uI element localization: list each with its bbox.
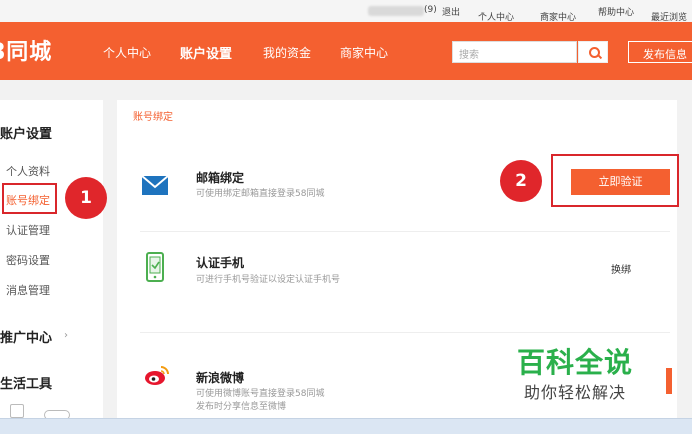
chevron-down-icon: ▾ bbox=[481, 10, 485, 18]
nav-account-settings[interactable]: 账户设置 bbox=[180, 43, 232, 62]
weibo-icon bbox=[145, 366, 169, 385]
phone-verify-desc: 可进行手机号验证以设定认证手机号 bbox=[196, 275, 341, 285]
sidebar-item-password[interactable]: 密码设置 bbox=[6, 252, 50, 268]
sidebar-item-messages[interactable]: 消息管理 bbox=[6, 282, 50, 298]
sidebar-item-verification[interactable]: 认证管理 bbox=[6, 222, 50, 238]
logout-link[interactable]: 退出 bbox=[442, 5, 460, 18]
annotation-badge-1: 1 bbox=[65, 177, 107, 219]
email-binding-desc: 可使用绑定邮箱直接登录58同城 bbox=[196, 189, 325, 199]
search-button[interactable] bbox=[578, 41, 608, 63]
nav-merchant-center[interactable]: 商家中心 bbox=[340, 44, 388, 61]
sidebar-life-tools: 生活工具 bbox=[0, 377, 53, 392]
sidebar-account-settings-title: 账户设置 bbox=[0, 127, 53, 142]
blurred-username bbox=[368, 6, 424, 16]
search-icon-handle bbox=[597, 54, 603, 60]
browser-status-bar bbox=[0, 418, 692, 434]
chevron-down-icon: ▾ bbox=[543, 10, 547, 18]
chevron-right-icon: › bbox=[64, 330, 68, 341]
email-binding-title: 邮箱绑定 bbox=[196, 171, 245, 185]
weibo-bind-button-edge[interactable] bbox=[666, 368, 672, 394]
site-logo[interactable]: 8同城 bbox=[0, 34, 52, 66]
nav-my-funds[interactable]: 我的资金 bbox=[263, 44, 311, 61]
sidebar-item-profile[interactable]: 个人资料 bbox=[6, 163, 50, 179]
annotation-badge-2: 2 bbox=[500, 160, 542, 202]
verify-now-button[interactable]: 立即验证 bbox=[571, 169, 670, 195]
row-divider bbox=[140, 332, 670, 333]
rebind-link[interactable]: 换绑 bbox=[611, 261, 631, 276]
tool-icon[interactable] bbox=[10, 404, 24, 418]
breadcrumb: 账号绑定 bbox=[133, 112, 173, 123]
annotation-highlight-box bbox=[2, 183, 57, 214]
sidebar-promo-center[interactable]: 推广中心 bbox=[0, 327, 52, 346]
top-utility-bar: (9) 退出 个人中心 ▾ 商家中心 ▾ 帮助中心 最近浏览 ▾ bbox=[0, 0, 692, 23]
weibo-title: 新浪微博 bbox=[196, 371, 245, 385]
watermark-subtitle: 助你轻松解决 bbox=[524, 383, 627, 402]
weibo-desc-1: 可使用微博账号直接登录58同城 bbox=[196, 389, 325, 399]
phone-icon bbox=[146, 252, 164, 282]
site-header: 8同城 个人中心 账户设置 我的资金 商家中心 搜索 发布信息 bbox=[0, 22, 692, 80]
nav-personal-center[interactable]: 个人中心 bbox=[103, 44, 151, 61]
publish-button[interactable]: 发布信息 bbox=[628, 41, 692, 63]
chevron-down-icon: ▾ bbox=[654, 10, 658, 18]
weibo-desc-2: 发布时分享信息至微博 bbox=[196, 402, 287, 412]
email-icon bbox=[142, 176, 168, 195]
phone-verify-title: 认证手机 bbox=[196, 256, 245, 270]
row-divider bbox=[140, 231, 670, 232]
help-center-link[interactable]: 帮助中心 bbox=[598, 5, 634, 18]
search-input[interactable]: 搜索 bbox=[452, 41, 577, 63]
watermark-title: 百科全说 bbox=[517, 346, 634, 379]
user-suffix: (9) bbox=[424, 5, 437, 15]
